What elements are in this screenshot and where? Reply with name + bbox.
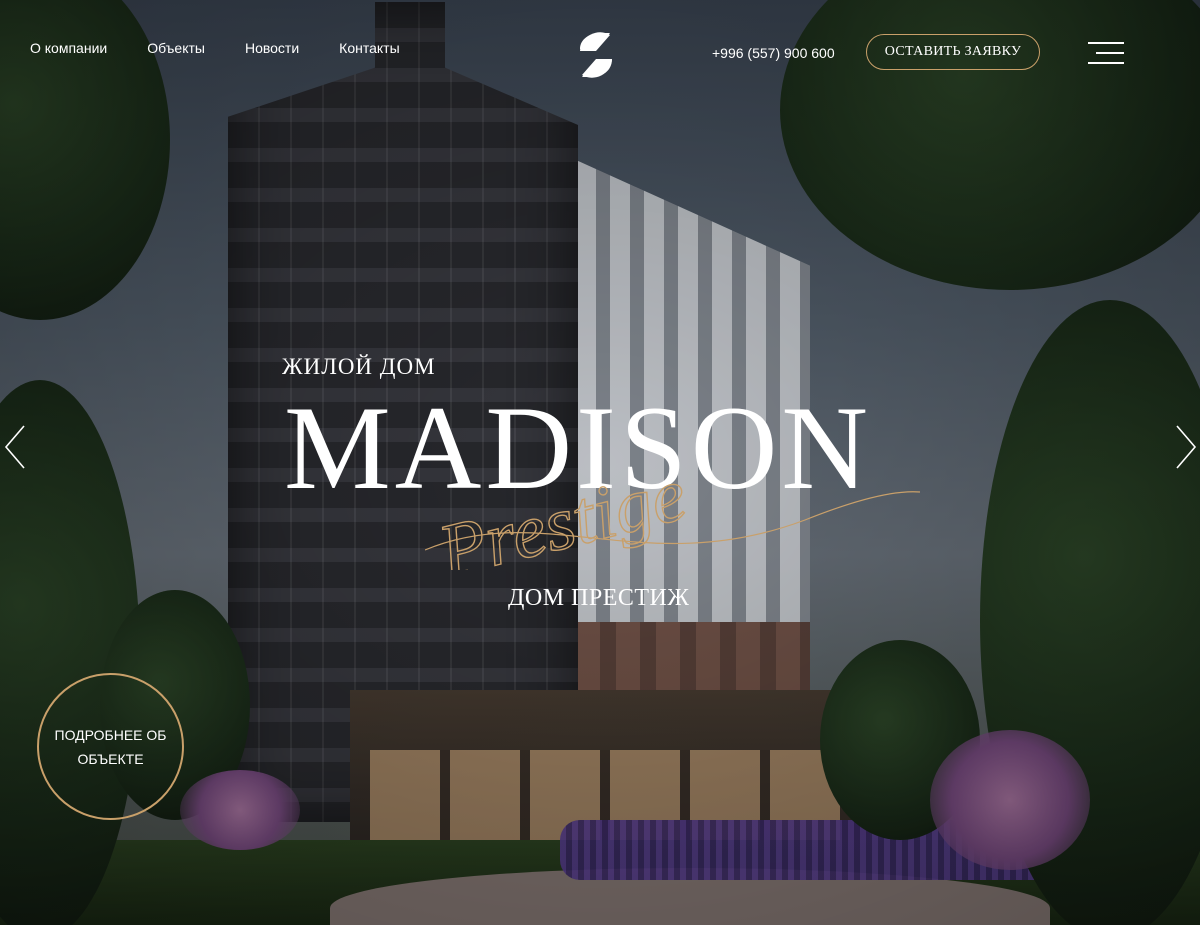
nav-link-contacts[interactable]: Контакты — [339, 40, 399, 56]
more-about-object-label: ПОДРОБНЕЕ ОБ ОБЪЕКТЕ — [54, 726, 167, 767]
nav-link-news[interactable]: Новости — [245, 40, 299, 56]
chevron-left-icon[interactable] — [4, 424, 26, 470]
more-about-object-button[interactable]: ПОДРОБНЕЕ ОБ ОБЪЕКТЕ — [37, 673, 184, 820]
script-word: Prestige — [430, 452, 694, 570]
nav-link-objects[interactable]: Объекты — [147, 40, 205, 56]
logo-icon[interactable] — [572, 29, 620, 81]
prestige-script-wordmark: Prestige — [425, 451, 921, 570]
hero-eyebrow: ЖИЛОЙ ДОМ — [282, 354, 436, 379]
main-nav: О компании Объекты Новости Контакты — [30, 40, 440, 56]
nav-link-about[interactable]: О компании — [30, 40, 107, 56]
leave-request-button[interactable]: ОСТАВИТЬ ЗАЯВКУ — [866, 34, 1040, 70]
hero-subtitle: ДОМ ПРЕСТИЖ — [508, 585, 690, 611]
chevron-right-icon[interactable] — [1175, 424, 1197, 470]
hamburger-menu-icon[interactable] — [1084, 42, 1124, 64]
phone-link[interactable]: +996 (557) 900 600 — [712, 45, 835, 61]
